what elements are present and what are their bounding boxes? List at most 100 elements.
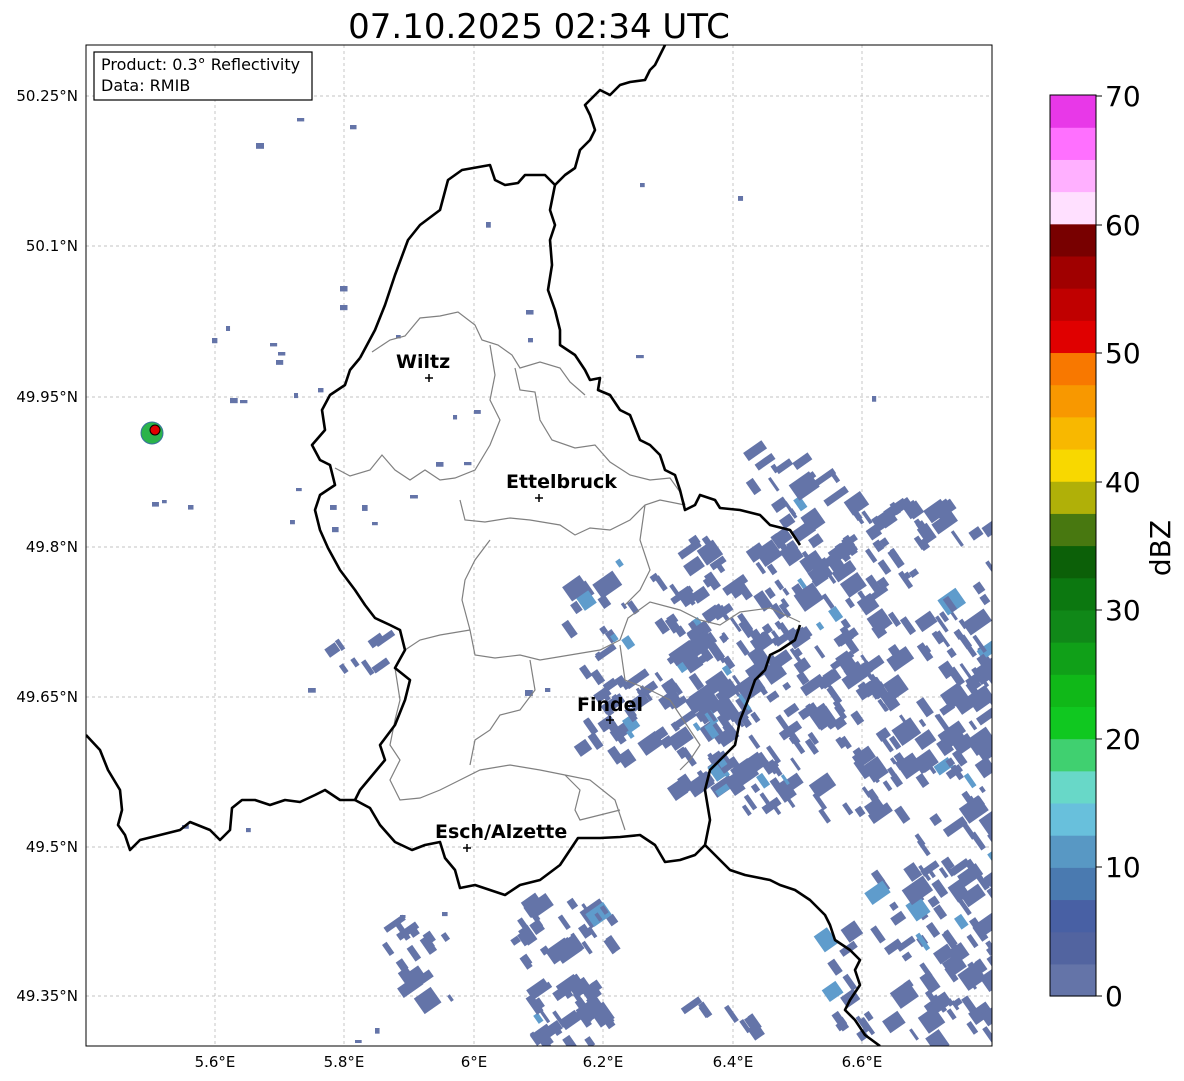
lon-tick-label: 5.8°E xyxy=(324,1053,365,1071)
info-box: Product: 0.3° Reflectivity Data: RMIB xyxy=(93,51,313,101)
colorbar-tick-label: 0 xyxy=(1105,980,1123,1013)
map-title: 07.10.2025 02:34 UTC xyxy=(348,7,730,47)
radar-echo-cell xyxy=(340,286,348,292)
radar-echo-cell xyxy=(738,196,744,201)
radar-echo-cell xyxy=(246,828,251,833)
colorbar-segment xyxy=(1050,802,1096,836)
colorbar-segment xyxy=(1050,255,1096,289)
radar-echo-cell xyxy=(152,502,159,507)
city-label: Esch/Alzette xyxy=(435,821,567,843)
city-label: Wiltz xyxy=(396,351,450,373)
radar-echo-cell xyxy=(297,118,305,122)
colorbar-segment xyxy=(1050,963,1096,997)
radar-echo-cell xyxy=(528,338,533,343)
colorbar-tick-label: 40 xyxy=(1105,466,1141,499)
city-label: Ettelbruck xyxy=(506,471,617,493)
colorbar-segment xyxy=(1050,770,1096,804)
colorbar-tick-label: 70 xyxy=(1105,80,1141,113)
colorbar-tick-label: 10 xyxy=(1105,851,1141,884)
radar-echo-cell xyxy=(486,222,491,228)
colorbar-tick-label: 60 xyxy=(1105,209,1141,242)
city-label: Findel xyxy=(577,694,643,716)
colorbar-segments xyxy=(1050,95,1096,997)
colorbar-segment xyxy=(1050,191,1096,225)
colorbar-tick-label: 50 xyxy=(1105,337,1141,370)
colorbar-segment xyxy=(1050,223,1096,257)
lon-tick-label: 6.4°E xyxy=(713,1053,754,1071)
radar-echo-cell xyxy=(400,915,406,919)
colorbar: 70 60 50 40 30 20 10 0 dBZ xyxy=(1049,80,1177,1013)
radar-echo-cell xyxy=(375,1028,380,1034)
colorbar-segment xyxy=(1050,545,1096,579)
radar-echo-cell xyxy=(362,505,368,511)
radar-echo-cell xyxy=(636,355,644,359)
radar-echo-cell xyxy=(162,500,167,504)
radar-echo-cell xyxy=(276,360,284,365)
lon-tick-label: 5.6°E xyxy=(195,1053,236,1071)
colorbar-segment xyxy=(1050,577,1096,611)
radar-echo-cell xyxy=(442,912,448,917)
map-panel: Wiltz Ettelbruck Findel Esch/Alzette Pro… xyxy=(16,44,993,1071)
lon-tick-label: 6°E xyxy=(461,1053,488,1071)
info-data-source: Data: RMIB xyxy=(101,76,190,95)
radar-echo-cell xyxy=(372,522,378,526)
radar-echo-cell xyxy=(308,688,316,693)
radar-echo-cell xyxy=(545,688,551,692)
lon-tick-labels: 5.6°E 5.8°E 6°E 6.2°E 6.4°E 6.6°E xyxy=(195,1053,883,1071)
colorbar-segment xyxy=(1050,674,1096,707)
colorbar-segment xyxy=(1050,95,1096,128)
radar-echo-cell xyxy=(278,352,286,356)
radar-echo-cell xyxy=(464,462,472,466)
colorbar-segment xyxy=(1050,288,1096,321)
lat-tick-label: 49.95°N xyxy=(16,388,78,406)
radar-echo-cell xyxy=(226,326,231,331)
radar-echo-cell xyxy=(872,396,877,402)
colorbar-segment xyxy=(1050,835,1096,868)
radar-echo-cell xyxy=(332,527,339,533)
lat-tick-labels: 50.25°N 50.1°N 49.95°N 49.8°N 49.65°N 49… xyxy=(16,87,78,1005)
lon-tick-label: 6.2°E xyxy=(583,1053,624,1071)
map-background xyxy=(86,45,992,1046)
colorbar-segment xyxy=(1050,931,1096,965)
radar-site xyxy=(140,421,164,445)
lat-tick-label: 50.1°N xyxy=(26,237,78,255)
colorbar-ticks xyxy=(1096,95,1102,997)
radar-echo-cell xyxy=(340,305,348,311)
radar-echo-cell xyxy=(240,400,248,404)
lat-tick-label: 49.5°N xyxy=(26,838,78,856)
lat-tick-label: 49.65°N xyxy=(16,688,78,706)
colorbar-label: dBZ xyxy=(1144,520,1177,576)
radar-echo-cell xyxy=(290,520,295,525)
colorbar-segment xyxy=(1050,609,1096,643)
radar-echo-cell xyxy=(296,488,302,492)
radar-site-marker xyxy=(149,424,161,436)
colorbar-segment xyxy=(1050,127,1096,160)
radar-echo-cell xyxy=(188,505,194,510)
radar-echo-cell xyxy=(988,907,992,936)
radar-echo-cell xyxy=(256,143,264,149)
radar-echo-cell xyxy=(350,125,357,130)
radar-echo-cell xyxy=(526,310,534,315)
lon-tick-label: 6.6°E xyxy=(842,1053,883,1071)
radar-echo-cell xyxy=(640,183,645,188)
colorbar-segment xyxy=(1050,513,1096,547)
colorbar-segment xyxy=(1050,706,1096,740)
radar-echo-cell xyxy=(230,398,238,404)
info-product: Product: 0.3° Reflectivity xyxy=(101,55,300,74)
colorbar-segment xyxy=(1050,384,1096,418)
colorbar-segment xyxy=(1050,481,1096,514)
radar-echo-cell xyxy=(212,338,218,344)
radar-echo-cell xyxy=(474,410,481,414)
lat-tick-label: 49.8°N xyxy=(26,538,78,556)
colorbar-segment xyxy=(1050,448,1096,482)
colorbar-segment xyxy=(1050,642,1096,675)
radar-map-figure: 07.10.2025 02:34 UTC Wiltz Ettelbruck Fi… xyxy=(16,7,1177,1071)
radar-echo-cell xyxy=(410,495,418,499)
colorbar-tick-label: 30 xyxy=(1105,594,1141,627)
lat-tick-label: 50.25°N xyxy=(16,87,78,105)
radar-echo-cell xyxy=(294,393,299,399)
radar-echo-cell xyxy=(318,388,324,393)
radar-echo-cell xyxy=(453,415,458,420)
colorbar-tick-label: 20 xyxy=(1105,723,1141,756)
colorbar-segment xyxy=(1050,867,1096,901)
